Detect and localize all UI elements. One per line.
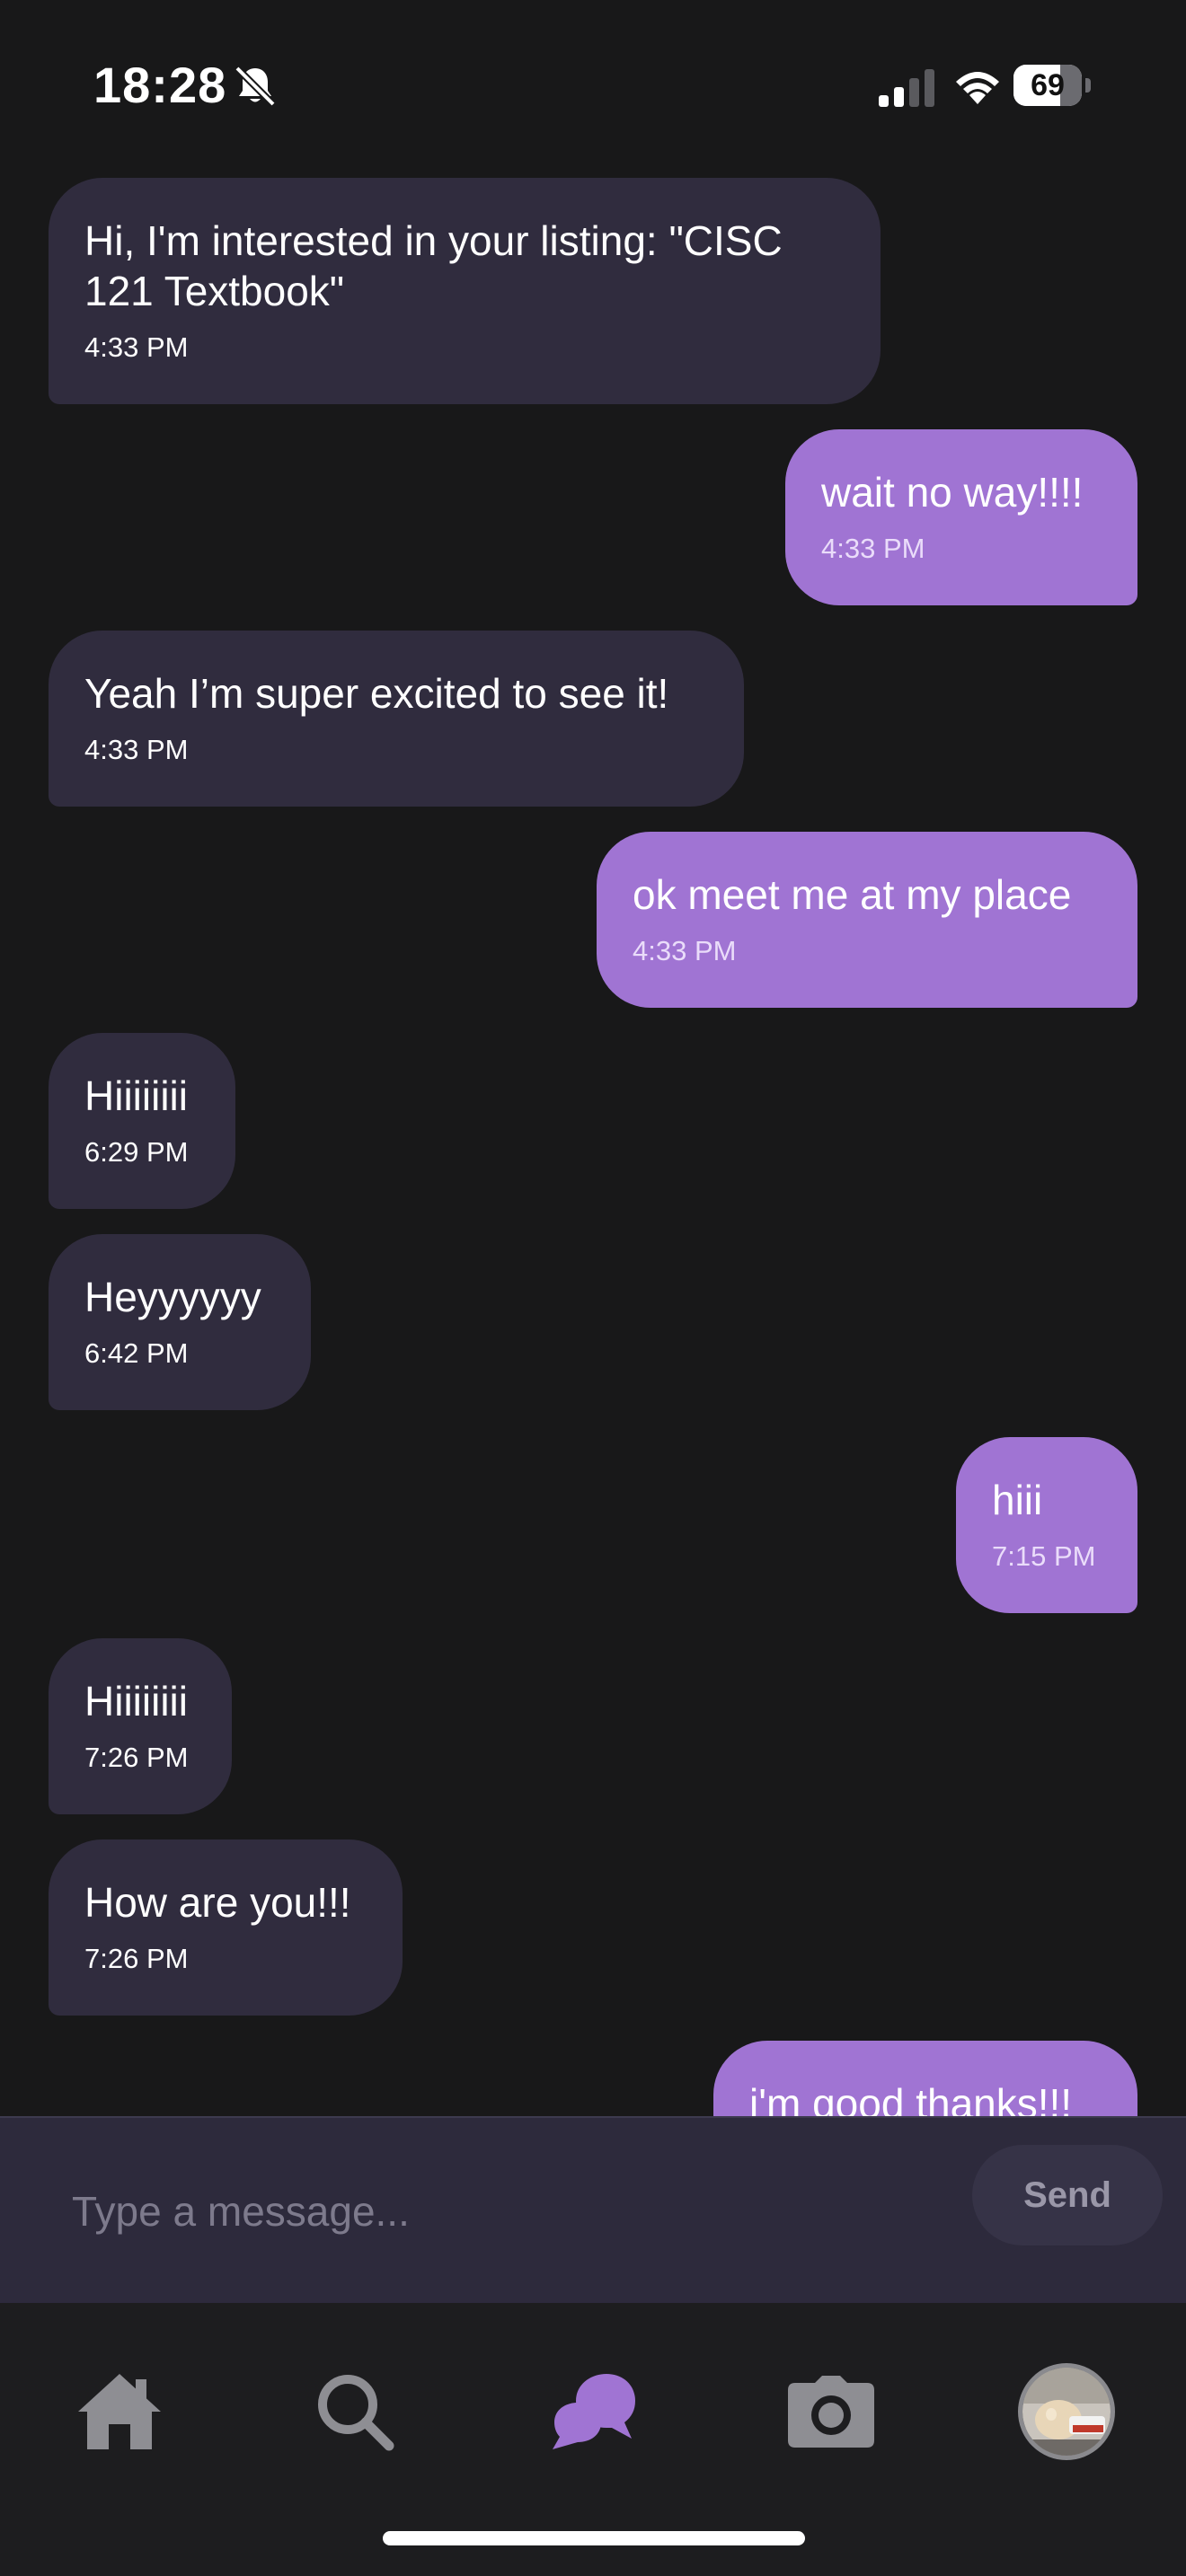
tab-search[interactable] xyxy=(296,2353,413,2470)
cellular-signal-icon xyxy=(879,69,934,107)
message-time: 4:33 PM xyxy=(84,734,189,765)
message-bubble-received: Heyyyyyy 6:42 PM xyxy=(49,1234,311,1410)
message-text: Hi, I'm interested in your listing: "CIS… xyxy=(84,217,783,314)
tab-profile[interactable] xyxy=(1008,2353,1125,2470)
message-text: Yeah I’m super excited to see it! xyxy=(84,670,669,717)
tab-home[interactable] xyxy=(61,2353,178,2470)
message-text: Hiiiiiiii xyxy=(84,1678,188,1725)
message-bubble-sent: wait no way!!!! 4:33 PM xyxy=(785,429,1137,605)
message-bubble-received: Hiiiiiiii 6:29 PM xyxy=(49,1033,235,1209)
battery-percent: 69 xyxy=(1031,68,1065,102)
message-list[interactable]: Hi, I'm interested in your listing: "CIS… xyxy=(0,171,1186,2116)
search-icon xyxy=(318,2375,394,2451)
tab-camera[interactable] xyxy=(773,2353,890,2470)
message-text: How are you!!! xyxy=(84,1879,351,1926)
message-bubble-sent: hiii 7:15 PM xyxy=(956,1437,1137,1613)
camera-icon xyxy=(788,2376,874,2448)
status-time: 18:28 xyxy=(93,57,227,113)
message-time: 4:33 PM xyxy=(84,331,189,363)
message-time: 4:33 PM xyxy=(821,533,925,564)
profile-avatar xyxy=(1018,2363,1115,2460)
message-time: 4:33 PM xyxy=(633,935,737,966)
message-bubble-sent: ok meet me at my place 4:33 PM xyxy=(597,832,1137,1008)
message-text: ok meet me at my place xyxy=(633,871,1072,918)
message-bubble-received: Hiiiiiiii 7:26 PM xyxy=(49,1638,232,1814)
message-time: 7:15 PM xyxy=(992,1540,1096,1572)
message-composer: Send xyxy=(0,2116,1186,2303)
message-input[interactable] xyxy=(72,2166,934,2256)
message-bubble-received: Hi, I'm interested in your listing: "CIS… xyxy=(49,178,881,404)
message-bubble-sent: i'm good thanks!!! xyxy=(713,2041,1137,2116)
message-time: 7:26 PM xyxy=(84,1943,189,1974)
message-time: 6:29 PM xyxy=(84,1136,189,1168)
message-text: Hiiiiiiii xyxy=(84,1072,188,1119)
home-icon xyxy=(78,2374,161,2449)
message-text: Heyyyyyy xyxy=(84,1274,261,1320)
message-time: 6:42 PM xyxy=(84,1337,189,1369)
message-time: 7:26 PM xyxy=(84,1742,189,1773)
message-bubble-received: How are you!!! 7:26 PM xyxy=(49,1839,403,2016)
home-indicator[interactable] xyxy=(383,2531,805,2545)
message-text: i'm good thanks!!! xyxy=(749,2080,1073,2116)
message-text: hiii xyxy=(992,1477,1043,1523)
chat-bubbles-icon xyxy=(553,2374,635,2449)
message-bubble-received: Yeah I’m super excited to see it! 4:33 P… xyxy=(49,631,744,807)
status-bar: 18:28 69 xyxy=(0,0,1186,171)
message-text: wait no way!!!! xyxy=(821,469,1084,516)
wifi-icon xyxy=(956,72,999,104)
battery-icon: 69 xyxy=(1013,65,1091,108)
bell-slash-icon xyxy=(235,66,276,107)
send-button[interactable]: Send xyxy=(972,2145,1163,2245)
tab-messages[interactable] xyxy=(535,2353,652,2470)
